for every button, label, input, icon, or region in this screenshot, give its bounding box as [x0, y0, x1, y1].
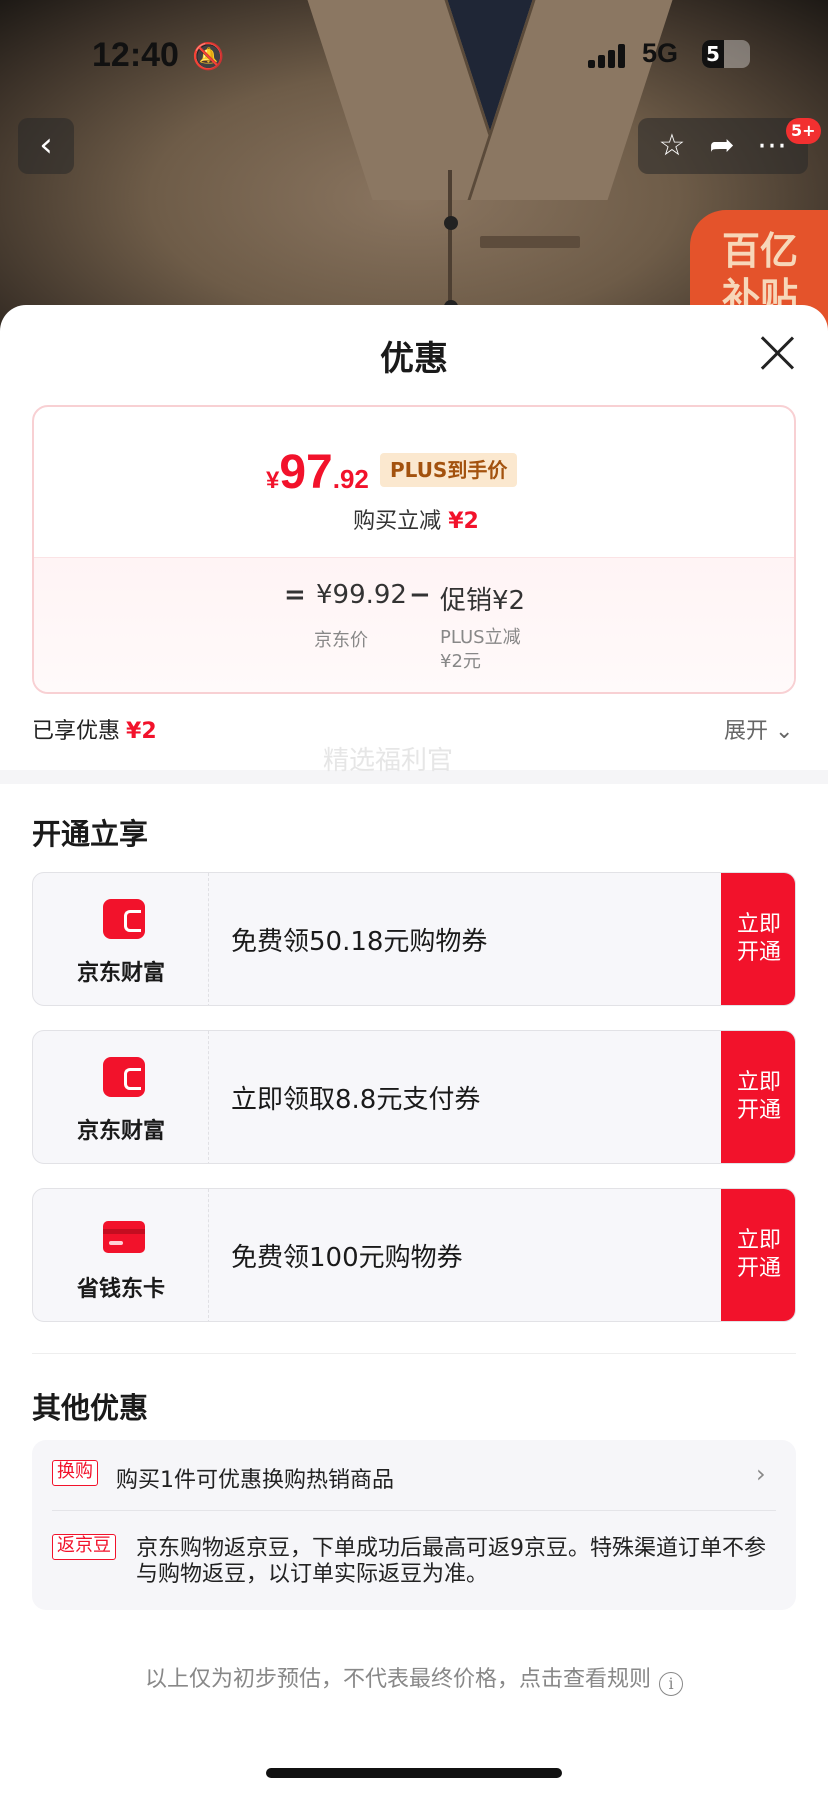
plus-price-tag: PLUS到手价: [380, 453, 518, 487]
discount-sheet: 优惠 ¥97.92 PLUS到手价 购买立减 ¥2 = ¥99.92 − 促销¥…: [0, 305, 828, 1795]
info-icon: i: [659, 1672, 683, 1696]
open-now-line-1: 立即: [736, 1228, 781, 1253]
sheet-title: 优惠: [380, 339, 448, 379]
chevron-down-icon: ⌄: [775, 719, 794, 744]
jd-price: ¥99.92: [316, 580, 407, 610]
buy-reduce-label: 购买立减: [353, 509, 442, 534]
offer-desc: 免费领100元购物券: [231, 1243, 463, 1273]
wallet-icon: [103, 899, 145, 939]
other-section-title: 其他优惠: [32, 1391, 149, 1425]
offer-brand: 省钱东卡: [76, 1277, 165, 1302]
offer-card: 省钱东卡 免费领100元购物券 立即 开通: [32, 1188, 796, 1322]
status-time: 12:40: [92, 36, 179, 74]
jd-price-label: 京东价: [314, 630, 368, 651]
share-icon[interactable]: ➦: [702, 128, 742, 164]
watermark: 精选福利官: [323, 746, 454, 776]
section-separator: [32, 1353, 796, 1354]
network-label: 5G: [642, 38, 679, 68]
offer-desc: 免费领50.18元购物券: [231, 927, 488, 957]
message-badge: 5+: [786, 118, 821, 144]
chevron-right-icon: ›: [756, 1460, 766, 1488]
expand-label: 展开: [724, 719, 769, 744]
open-now-button[interactable]: 立即 开通: [721, 1189, 795, 1321]
open-now-button[interactable]: 立即 开通: [721, 873, 795, 1005]
calc-minus: −: [409, 580, 431, 610]
promo-label-line-1: PLUS立减: [440, 627, 521, 648]
enjoyed-amount: ¥2: [126, 719, 157, 744]
price-breakdown-area: [34, 557, 794, 692]
open-now-line-2: 开通: [736, 940, 781, 965]
enjoyed-label: 已享优惠: [32, 719, 121, 744]
plus-price: ¥97.92: [266, 445, 369, 500]
offer-brand-block: 京东财富: [33, 873, 209, 1005]
open-now-line-1: 立即: [736, 1070, 781, 1095]
open-now-line-1: 立即: [736, 912, 781, 937]
price-decimal: .92: [332, 464, 369, 494]
subsidy-line-1: 百亿: [722, 229, 799, 273]
calc-equals: =: [284, 580, 306, 610]
battery-level: 5: [702, 40, 724, 68]
rules-footnote[interactable]: 以上仅为初步预估，不代表最终价格，点击查看规则 i: [0, 1661, 828, 1696]
signal-icon: [588, 44, 628, 68]
card-icon: [103, 1221, 145, 1253]
star-icon[interactable]: ☆: [652, 128, 692, 164]
exchange-text: 购买1件可优惠换购热销商品: [116, 1468, 394, 1493]
top-action-group: ☆ ➦ ⋯: [638, 118, 808, 174]
open-now-line-2: 开通: [736, 1256, 781, 1281]
offer-brand: 京东财富: [76, 961, 165, 986]
close-icon[interactable]: [757, 333, 797, 373]
other-discounts-box: 换购 购买1件可优惠换购热销商品 › 返京豆 京东购物返京豆，下单成功后最高可返…: [32, 1440, 796, 1610]
jingdou-tag: 返京豆: [52, 1534, 116, 1560]
offer-brand-block: 省钱东卡: [33, 1189, 209, 1321]
footnote-text: 以上仅为初步预估，不代表最终价格，点击查看规则: [144, 1667, 651, 1692]
buy-reduce-amount: ¥2: [448, 509, 479, 534]
back-button[interactable]: ‹: [18, 118, 74, 174]
open-now-button[interactable]: 立即 开通: [721, 1031, 795, 1163]
promo-label: PLUS立减 ¥2元: [440, 626, 521, 674]
wallet-icon: [103, 1057, 145, 1097]
offer-brand: 京东财富: [76, 1119, 165, 1144]
price-integer: 97: [279, 446, 333, 499]
status-bar: 12:40 🔕 5G 5: [0, 36, 828, 80]
open-now-line-2: 开通: [736, 1098, 781, 1123]
home-indicator: [266, 1768, 562, 1778]
expand-toggle[interactable]: 展开 ⌄: [724, 713, 793, 745]
exchange-tag: 换购: [52, 1460, 98, 1486]
row-divider: [52, 1510, 776, 1511]
battery-icon: 5: [702, 40, 750, 68]
promo-amount: 促销¥2: [440, 586, 526, 616]
enjoyed-discount: 已享优惠 ¥2: [32, 713, 157, 745]
offer-card: 京东财富 立即领取8.8元支付券 立即 开通: [32, 1030, 796, 1164]
jingdou-text: 京东购物返京豆，下单成功后最高可返9京豆。特殊渠道订单不参与购物返豆，以订单实际…: [136, 1536, 766, 1587]
promo-label-line-2: ¥2元: [440, 651, 481, 672]
offer-desc: 立即领取8.8元支付券: [231, 1085, 481, 1115]
open-section-title: 开通立享: [32, 817, 149, 851]
offer-card: 京东财富 免费领50.18元购物券 立即 开通: [32, 872, 796, 1006]
mute-bell-icon: 🔕: [192, 42, 225, 72]
price-currency: ¥: [266, 467, 280, 494]
offer-brand-block: 京东财富: [33, 1031, 209, 1163]
price-card: ¥97.92 PLUS到手价 购买立减 ¥2 = ¥99.92 − 促销¥2 京…: [32, 405, 796, 694]
buy-reduce: 购买立减 ¥2: [34, 503, 794, 535]
